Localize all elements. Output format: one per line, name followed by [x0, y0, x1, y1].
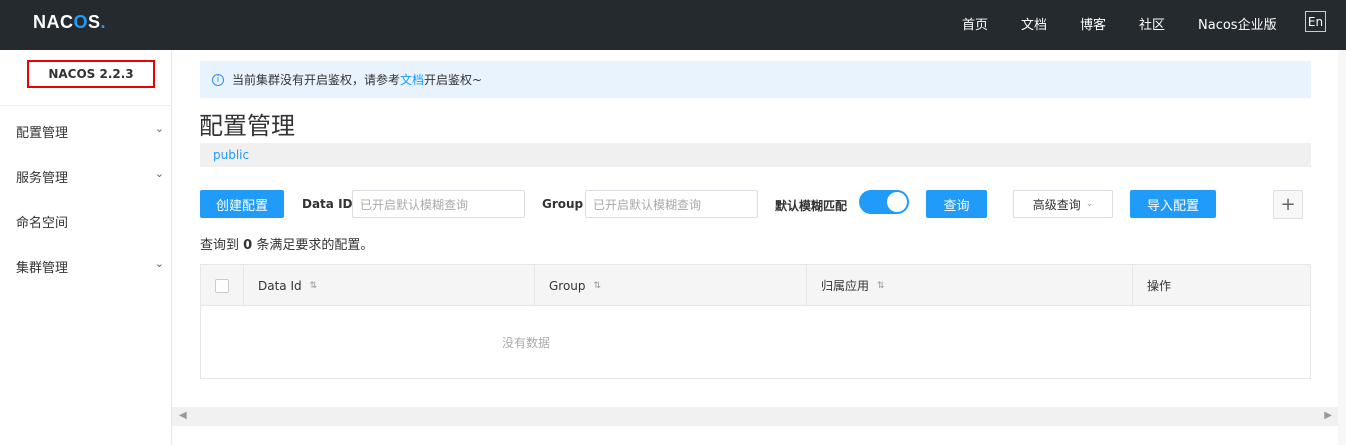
sidebar-item-service-management[interactable]: 服务管理 ⌄: [16, 167, 164, 186]
top-navbar: NACOS. 首页 文档 博客 社区 Nacos企业版 En: [0, 0, 1346, 50]
alert-text-suffix: 开启鉴权~: [424, 73, 483, 87]
advanced-query-dropdown[interactable]: 高级查询 ⌄: [1013, 190, 1113, 218]
select-all-cell: [201, 265, 244, 306]
sidebar-item-config-management[interactable]: 配置管理 ⌄: [16, 122, 164, 141]
sort-icon[interactable]: ⇅: [877, 281, 885, 291]
info-icon: i: [212, 73, 224, 86]
advanced-query-label: 高级查询: [1032, 197, 1081, 212]
table-header: Data Id ⇅ Group ⇅ 归属应用 ⇅ 操作: [201, 265, 1310, 306]
sidebar: NACOS 2.2.3 配置管理 ⌄ 服务管理 ⌄ 命名空间 集群管理 ⌄: [0, 50, 172, 445]
alert-doc-link[interactable]: 文档: [400, 71, 424, 88]
config-table: Data Id ⇅ Group ⇅ 归属应用 ⇅ 操作 没有数据: [200, 264, 1311, 379]
sort-icon[interactable]: ⇅: [594, 281, 602, 291]
dataid-input[interactable]: 已开启默认模糊查询: [352, 190, 525, 218]
logo-text-o: O: [73, 12, 89, 32]
column-label: Data Id: [258, 278, 302, 293]
query-button[interactable]: 查询: [926, 190, 987, 218]
version-badge: NACOS 2.2.3: [27, 60, 155, 88]
column-app[interactable]: 归属应用 ⇅: [807, 265, 1133, 306]
page-title: 配置管理: [199, 112, 295, 140]
main-content: i 当前集群没有开启鉴权，请参考 文档 开启鉴权~ 配置管理 public 创建配置…: [172, 50, 1346, 445]
sidebar-item-label: 命名空间: [16, 216, 69, 231]
dataid-label: Data ID: [302, 197, 353, 211]
group-label: Group: [542, 197, 584, 211]
logo-text: NAC: [33, 12, 74, 32]
sidebar-item-label: 集群管理: [16, 261, 69, 276]
add-plus-icon[interactable]: +: [1273, 190, 1303, 219]
nav-community[interactable]: 社区: [1139, 14, 1165, 33]
chevron-down-icon: ⌄: [1085, 199, 1094, 209]
column-label: Group: [549, 278, 586, 293]
nav-home[interactable]: 首页: [962, 14, 988, 33]
select-all-checkbox[interactable]: [215, 278, 229, 293]
group-input[interactable]: 已开启默认模糊查询: [585, 190, 758, 218]
sidebar-item-cluster-management[interactable]: 集群管理 ⌄: [16, 257, 164, 276]
summary-suffix: 条满足要求的配置。: [256, 238, 374, 253]
sort-icon[interactable]: ⇅: [310, 281, 318, 291]
horizontal-scrollbar[interactable]: ◀ ▶: [172, 407, 1338, 426]
fuzzy-match-toggle[interactable]: [859, 190, 909, 214]
column-data-id[interactable]: Data Id ⇅: [244, 265, 535, 306]
alert-text: 当前集群没有开启鉴权，请参考: [232, 73, 401, 87]
sidebar-item-namespace[interactable]: 命名空间: [16, 212, 164, 231]
sidebar-item-label: 服务管理: [16, 171, 69, 186]
create-config-button[interactable]: 创建配置: [200, 190, 284, 218]
query-summary: 查询到 0 条满足要求的配置。: [200, 234, 373, 253]
empty-state: 没有数据: [501, 335, 550, 350]
chevron-down-icon: ⌄: [154, 257, 164, 270]
logo-text-s: S: [88, 12, 101, 32]
chevron-down-icon: ⌄: [154, 167, 164, 180]
import-config-button[interactable]: 导入配置: [1130, 190, 1216, 218]
summary-count: 0: [243, 238, 253, 253]
column-group[interactable]: Group ⇅: [535, 265, 807, 306]
nav-enterprise[interactable]: Nacos企业版: [1198, 14, 1277, 33]
scroll-left-icon[interactable]: ◀: [179, 410, 187, 421]
column-actions: 操作: [1133, 265, 1310, 306]
sidebar-divider: [0, 105, 171, 106]
vertical-scrollbar[interactable]: [1338, 50, 1346, 445]
namespace-bar: public: [200, 143, 1311, 167]
nacos-logo[interactable]: NACOS.: [33, 12, 106, 33]
summary-prefix: 查询到: [200, 238, 240, 253]
nav-blog[interactable]: 博客: [1080, 14, 1106, 33]
auth-alert: i 当前集群没有开启鉴权，请参考 文档 开启鉴权~: [200, 61, 1311, 98]
scroll-right-icon[interactable]: ▶: [1324, 410, 1332, 421]
namespace-public[interactable]: public: [213, 148, 249, 162]
chevron-down-icon: ⌄: [154, 122, 164, 135]
language-switch-button[interactable]: En: [1305, 11, 1326, 32]
nav-docs[interactable]: 文档: [1021, 14, 1047, 33]
column-label: 操作: [1147, 279, 1172, 293]
toggle-knob: [887, 192, 907, 212]
logo-dot: .: [100, 12, 107, 32]
fuzzy-match-label: 默认模糊匹配: [775, 199, 848, 213]
column-label: 归属应用: [821, 279, 870, 293]
sidebar-item-label: 配置管理: [16, 126, 69, 141]
